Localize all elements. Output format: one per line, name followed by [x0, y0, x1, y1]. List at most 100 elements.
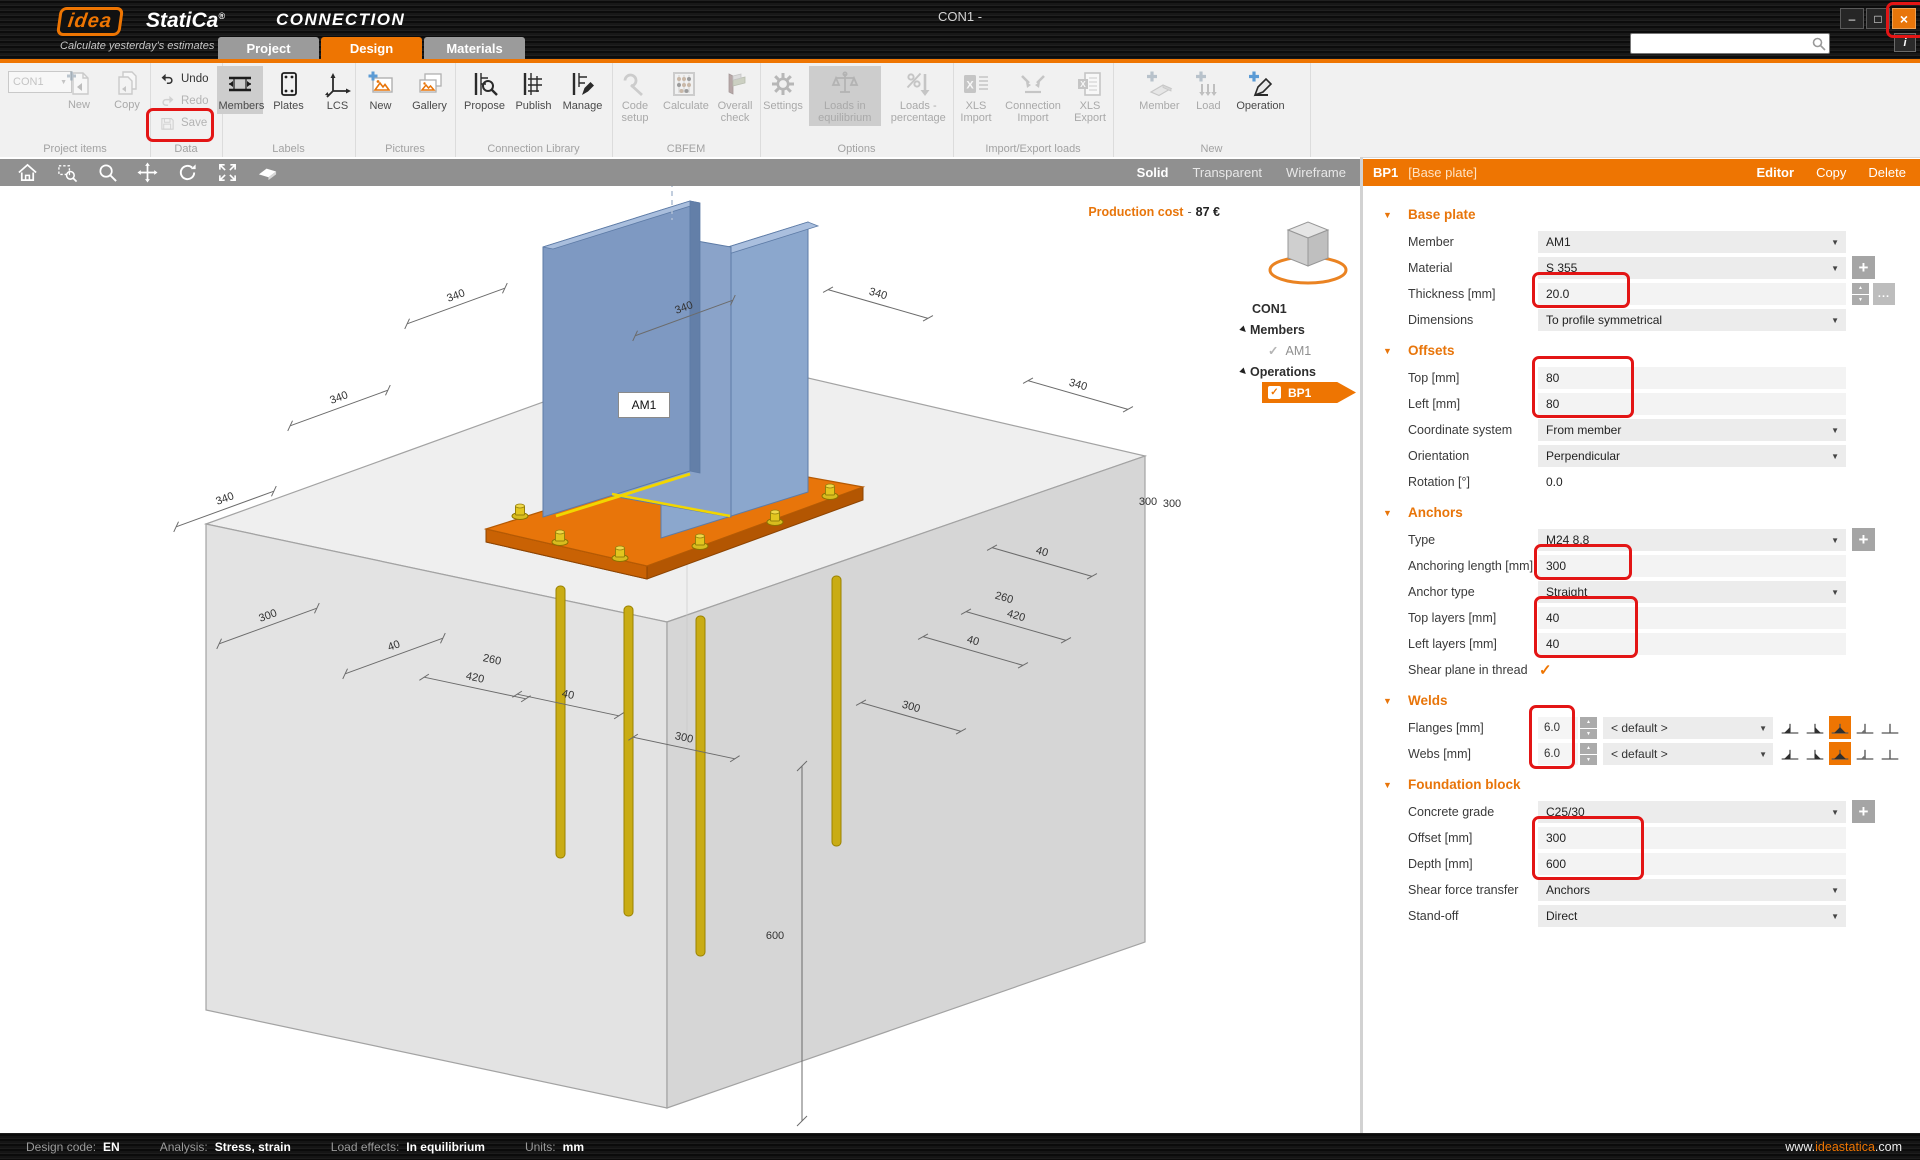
add-concrete-grade-button[interactable]: + — [1852, 800, 1875, 823]
zoom-window-icon[interactable] — [54, 162, 80, 184]
thickness-mm-more-button[interactable]: ... — [1873, 283, 1895, 305]
rotate-icon[interactable] — [174, 162, 200, 184]
thickness-mm-input[interactable]: 20.0 — [1538, 283, 1846, 305]
stand-off-select[interactable]: Direct▼ — [1538, 905, 1846, 927]
top-layers-mm-input[interactable]: 40 — [1538, 607, 1846, 629]
type-select[interactable]: M24 8.8▼ — [1538, 529, 1846, 551]
ribbon-loads-percentage-button[interactable]: Loads - percentage — [884, 66, 953, 126]
top-mm-input[interactable]: 80 — [1538, 367, 1846, 389]
tab-materials[interactable]: Materials — [424, 37, 525, 59]
tree-group-members[interactable]: ▶Members — [1238, 319, 1363, 340]
ribbon-plates-button[interactable]: Plates — [266, 66, 312, 114]
webs-mm-stepper[interactable]: ▲▼ — [1580, 743, 1597, 765]
tree-group-operations[interactable]: ▶Operations — [1238, 361, 1363, 382]
flanges-mm-weld-material-select[interactable]: < default >▼ — [1603, 717, 1773, 739]
ribbon-lcs-button[interactable]: LCS — [315, 66, 361, 114]
section-header-base-plate[interactable]: ▼Base plate — [1363, 204, 1920, 230]
add-type-button[interactable]: + — [1852, 528, 1875, 551]
ribbon-copy-button[interactable]: Copy — [104, 65, 150, 113]
weld-type-small-icon[interactable] — [1854, 716, 1876, 739]
weld-type-left-icon[interactable] — [1779, 716, 1801, 739]
concrete-grade-select[interactable]: C25/30▼ — [1538, 801, 1846, 823]
webs-mm-weld-material-select[interactable]: < default >▼ — [1603, 743, 1773, 765]
anchoring-length-mm-input[interactable]: 300 — [1538, 555, 1846, 577]
ribbon-load-button[interactable]: Load — [1185, 66, 1231, 114]
navigation-cube[interactable] — [1262, 208, 1354, 300]
orientation-select[interactable]: Perpendicular▼ — [1538, 445, 1846, 467]
ribbon-xls-import-button[interactable]: XXLS Import — [953, 66, 999, 126]
section-header-welds[interactable]: ▼Welds — [1363, 690, 1920, 716]
copy-operation-button[interactable]: Copy — [1816, 165, 1846, 180]
search-input[interactable] — [1631, 36, 1811, 51]
weld-type-none-icon[interactable] — [1879, 742, 1901, 765]
tab-project[interactable]: Project — [218, 37, 319, 59]
weld-type-left-icon[interactable] — [1779, 742, 1801, 765]
maximize-button[interactable]: □ — [1866, 8, 1890, 29]
website-link[interactable]: www.ideastatica.com — [1785, 1140, 1902, 1154]
left-layers-mm-input[interactable]: 40 — [1538, 633, 1846, 655]
webs-mm-input[interactable]: 6.0 — [1538, 743, 1578, 765]
view-mode-wireframe[interactable]: Wireframe — [1286, 165, 1346, 180]
coordinate-system-select[interactable]: From member▼ — [1538, 419, 1846, 441]
section-header-foundation-block[interactable]: ▼Foundation block — [1363, 774, 1920, 800]
tree-item-bp1-selected[interactable]: ✓BP1 — [1262, 382, 1356, 403]
ribbon-calculate-button[interactable]: Calculate — [661, 66, 707, 114]
info-button[interactable]: i — [1894, 33, 1916, 52]
pan-icon[interactable] — [134, 162, 160, 184]
weld-type-both-icon[interactable] — [1829, 716, 1851, 739]
ribbon-overall-check-button[interactable]: Overall check — [710, 66, 760, 126]
ribbon-new-button[interactable]: New — [358, 66, 404, 114]
ribbon-member-button[interactable]: Member — [1136, 66, 1182, 114]
tree-root[interactable]: CON1 — [1238, 298, 1363, 319]
left-mm-input[interactable]: 80 — [1538, 393, 1846, 415]
3d-viewport[interactable]: Solid Transparent Wireframe — [0, 157, 1360, 1133]
ribbon-manage-button[interactable]: Manage — [560, 66, 606, 114]
thickness-mm-stepper[interactable]: ▲▼ — [1852, 283, 1869, 305]
ribbon-connection-import-button[interactable]: Connection Import — [1002, 66, 1064, 126]
ribbon-redo-button[interactable]: Redo — [150, 90, 222, 112]
weld-type-right-icon[interactable] — [1804, 716, 1826, 739]
ribbon-code-setup-button[interactable]: Code setup — [612, 66, 658, 126]
rotation-value[interactable]: 0.0 — [1538, 471, 1846, 493]
shear-force-transfer-select[interactable]: Anchors▼ — [1538, 879, 1846, 901]
add-material-button[interactable]: + — [1852, 256, 1875, 279]
view-mode-transparent[interactable]: Transparent — [1192, 165, 1262, 180]
tab-design[interactable]: Design — [321, 37, 422, 59]
delete-operation-button[interactable]: Delete — [1868, 165, 1906, 180]
ribbon-propose-button[interactable]: Propose — [462, 66, 508, 114]
offset-mm-input[interactable]: 300 — [1538, 827, 1846, 849]
shear-plane-in-thread-checkbox[interactable]: ✓ — [1539, 661, 1552, 679]
material-select[interactable]: S 355▼ — [1538, 257, 1846, 279]
minimize-button[interactable]: – — [1840, 8, 1864, 29]
ribbon-undo-button[interactable]: Undo — [150, 68, 222, 90]
depth-mm-input[interactable]: 600 — [1538, 853, 1846, 875]
ribbon-gallery-button[interactable]: Gallery — [407, 66, 453, 114]
checkbox-checked[interactable]: ✓ — [1268, 386, 1281, 399]
weld-type-both-icon[interactable] — [1829, 742, 1851, 765]
editor-button[interactable]: Editor — [1757, 165, 1795, 180]
close-button[interactable]: × — [1892, 8, 1916, 29]
search-box[interactable] — [1630, 33, 1830, 54]
dimensions-select[interactable]: To profile symmetrical▼ — [1538, 309, 1846, 331]
tree-item-am1[interactable]: ✓AM1 — [1238, 340, 1363, 361]
ribbon-operation-button[interactable]: Operation — [1234, 66, 1286, 114]
ribbon-members-button[interactable]: Members — [217, 66, 263, 114]
weld-type-small-icon[interactable] — [1854, 742, 1876, 765]
anchor-type-select[interactable]: Straight▼ — [1538, 581, 1846, 603]
clip-icon[interactable] — [254, 162, 280, 184]
member-select[interactable]: AM1▼ — [1538, 231, 1846, 253]
ribbon-publish-button[interactable]: Publish — [511, 66, 557, 114]
ribbon-loads-in-equilibrium-button[interactable]: Loads in equilibrium — [809, 66, 881, 126]
ribbon-xls-export-button[interactable]: XXLS Export — [1067, 66, 1113, 126]
weld-type-right-icon[interactable] — [1804, 742, 1826, 765]
view-mode-solid[interactable]: Solid — [1137, 165, 1169, 180]
flanges-mm-stepper[interactable]: ▲▼ — [1580, 717, 1597, 739]
ribbon-settings-button[interactable]: Settings — [760, 66, 806, 114]
zoom-icon[interactable] — [94, 162, 120, 184]
weld-type-none-icon[interactable] — [1879, 716, 1901, 739]
section-header-anchors[interactable]: ▼Anchors — [1363, 502, 1920, 528]
home-icon[interactable] — [14, 162, 40, 184]
section-header-offsets[interactable]: ▼Offsets — [1363, 340, 1920, 366]
ribbon-save-button[interactable]: Save — [150, 112, 222, 134]
fit-icon[interactable] — [214, 162, 240, 184]
